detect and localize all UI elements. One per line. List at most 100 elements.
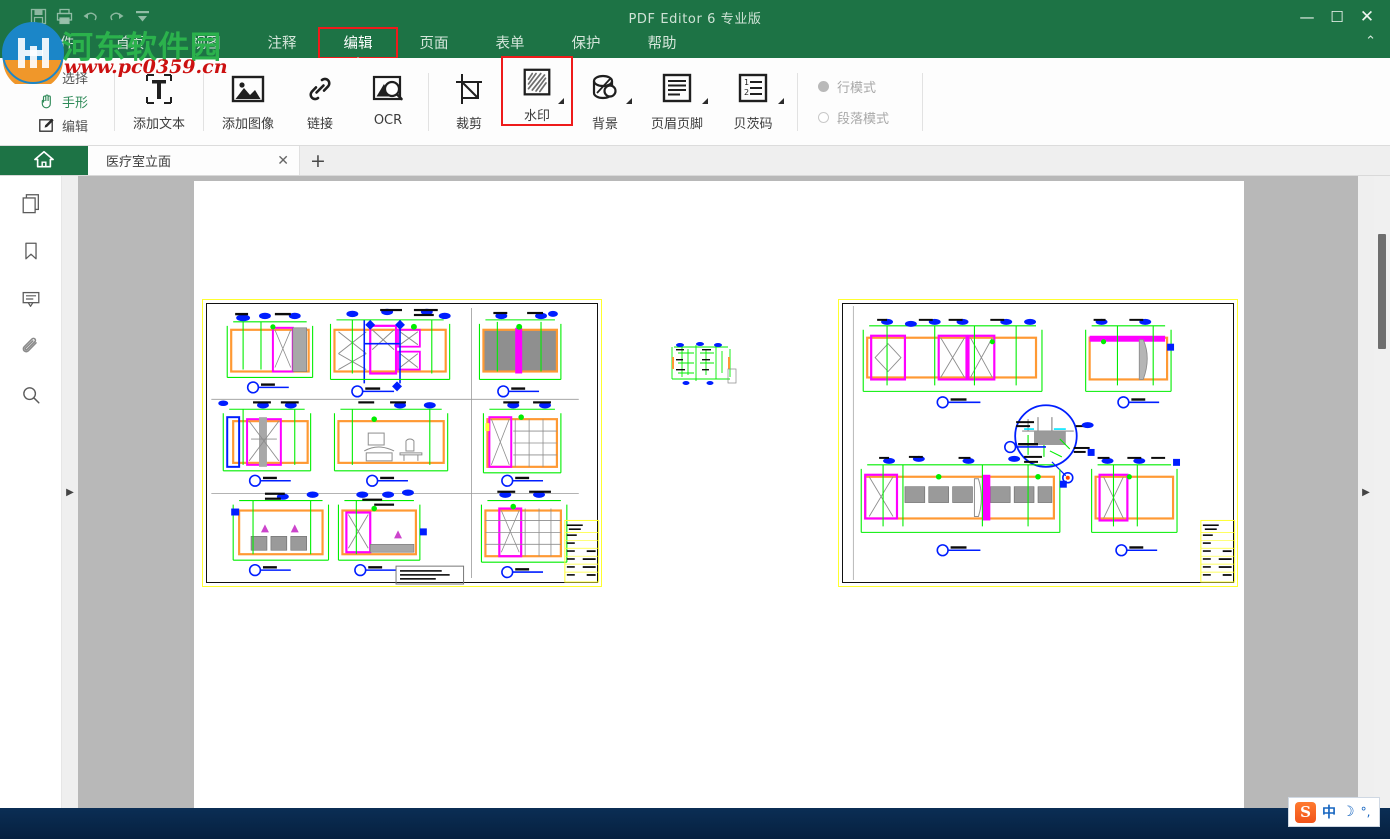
tab-home[interactable]: 首页: [92, 29, 168, 57]
tab-edit[interactable]: 编辑: [318, 27, 398, 61]
comment-icon[interactable]: [18, 286, 44, 312]
ribbon-background-label: 背景: [591, 117, 618, 132]
close-button[interactable]: ✕: [1352, 6, 1382, 28]
ribbon-link-button[interactable]: 链接: [286, 58, 354, 140]
ribbon-bates-button[interactable]: 1 2 贝茨码: [715, 58, 791, 140]
ribbon-add-image-button[interactable]: 添加图像: [210, 58, 286, 140]
moon-icon[interactable]: ☽: [1342, 804, 1355, 820]
ribbon-background-button[interactable]: 背景: [571, 58, 639, 140]
tab-file[interactable]: 文件: [28, 29, 92, 57]
add-image-icon: [228, 68, 268, 110]
ocr-icon: [368, 68, 408, 110]
tab-comment[interactable]: 注释: [244, 29, 320, 57]
expand-right-arrow-icon: ▶: [1362, 486, 1370, 498]
background-dropdown-icon[interactable]: [620, 98, 632, 104]
document-tab-title: 医疗室立面: [106, 155, 172, 170]
svg-text:1: 1: [744, 78, 749, 87]
ribbon-add-text-button[interactable]: 添加文本: [121, 58, 197, 140]
ribbon-add-image-label: 添加图像: [221, 117, 274, 132]
sogou-ime-bar[interactable]: S 中 ☽ °,: [1288, 797, 1380, 827]
ribbon-toolbar: 选择 手形 编辑 添加文本 添加图像 链接 OCR 裁剪 水印 背景 页眉页脚 …: [0, 56, 1390, 146]
radio-line-mode-label: 行模式: [837, 80, 877, 96]
cad-sheet-left-drawing: [211, 307, 600, 585]
save-icon[interactable]: [30, 8, 47, 25]
tool-hand[interactable]: 手形: [38, 91, 108, 113]
header-footer-dropdown-icon[interactable]: [696, 98, 708, 104]
cad-thumbnail-drawing: [671, 342, 737, 385]
tab-help[interactable]: 帮助: [624, 29, 700, 57]
sogou-logo-icon[interactable]: S: [1295, 801, 1316, 823]
ribbon-header-footer-label: 页眉页脚: [650, 117, 703, 132]
right-panel-toggle[interactable]: ▶: [1358, 176, 1374, 808]
new-tab-button[interactable]: +: [300, 146, 336, 175]
ribbon-ocr-label: OCR: [373, 113, 403, 128]
document-tab-bar: 医疗室立面 ✕ +: [0, 146, 1390, 176]
left-panel-toggle[interactable]: ▶: [62, 176, 78, 808]
pdf-editor-window: PDF Editor 6 专业版 — ☐ ✕ 文件 首页 视图 注释 编辑 页面…: [0, 0, 1390, 808]
ribbon-divider: [428, 72, 429, 131]
cursor-select-icon: [38, 69, 55, 86]
collapse-ribbon-icon[interactable]: ⌃: [1365, 34, 1376, 49]
punctuation-icon[interactable]: °,: [1361, 805, 1371, 819]
redo-icon[interactable]: [108, 8, 125, 25]
svg-text:2: 2: [744, 88, 749, 97]
maximize-button[interactable]: ☐: [1322, 6, 1352, 28]
radio-paragraph-mode[interactable]: 段落模式: [818, 108, 916, 127]
undo-icon[interactable]: [82, 8, 99, 25]
tab-form[interactable]: 表单: [472, 29, 548, 57]
ribbon-crop-button[interactable]: 裁剪: [435, 58, 503, 140]
bookmark-icon[interactable]: [18, 238, 44, 264]
close-icon[interactable]: ✕: [277, 153, 289, 169]
ribbon-divider: [797, 72, 798, 131]
link-icon: [300, 68, 340, 110]
ribbon-watermark-label: 水印: [523, 109, 550, 124]
radio-paragraph-mode-label: 段落模式: [837, 111, 890, 127]
cad-sheet-right-drawing: [852, 305, 1236, 583]
windows-taskbar[interactable]: [0, 808, 1390, 839]
home-tab-button[interactable]: [0, 146, 88, 175]
watermark-icon: [518, 64, 556, 102]
home-icon: [33, 149, 55, 173]
cad-sheet-left: [202, 299, 602, 587]
tool-edit[interactable]: 编辑: [38, 115, 108, 137]
vertical-scrollbar-thumb[interactable]: [1378, 234, 1386, 349]
customize-qat-icon[interactable]: [134, 8, 151, 25]
ribbon-bates-label: 贝茨码: [733, 117, 773, 132]
ribbon-add-text-label: 添加文本: [132, 117, 185, 132]
vertical-scrollbar[interactable]: [1374, 176, 1390, 808]
cad-sheet-right: [838, 299, 1238, 587]
search-icon[interactable]: [18, 382, 44, 408]
ribbon-ocr-button[interactable]: OCR: [354, 58, 422, 140]
document-tab[interactable]: 医疗室立面 ✕: [88, 146, 300, 175]
background-icon: [585, 68, 625, 110]
page-thumbnails-icon[interactable]: [18, 190, 44, 216]
ribbon-watermark-button[interactable]: 水印: [501, 56, 573, 126]
tab-protect[interactable]: 保护: [548, 29, 624, 57]
tool-hand-label: 手形: [62, 96, 89, 111]
tool-edit-label: 编辑: [62, 120, 89, 135]
radio-line-mode[interactable]: 行模式: [818, 77, 916, 96]
radio-paragraph-mode-dot-icon: [818, 111, 829, 123]
watermark-dropdown-icon[interactable]: [552, 98, 564, 104]
ribbon-header-footer-button[interactable]: 页眉页脚: [639, 58, 715, 140]
minimize-button[interactable]: —: [1292, 6, 1322, 28]
print-icon[interactable]: [56, 8, 73, 25]
ribbon-mode-group: 选择 手形 编辑: [0, 58, 108, 145]
tool-select[interactable]: 选择: [38, 67, 108, 89]
radio-line-mode-dot-icon: [818, 80, 829, 92]
pdf-viewer[interactable]: [78, 176, 1358, 808]
ribbon-link-label: 链接: [306, 117, 333, 132]
ribbon-divider: [922, 72, 923, 131]
tab-page[interactable]: 页面: [396, 29, 472, 57]
quick-access-toolbar: [30, 3, 151, 29]
attachment-icon[interactable]: [18, 334, 44, 360]
pdf-page[interactable]: [194, 181, 1244, 808]
text-mode-group: 行模式 段落模式: [804, 58, 916, 145]
bates-numbering-icon: 1 2: [733, 68, 773, 110]
tab-edit-label: 编辑: [343, 36, 373, 52]
add-text-icon: [139, 68, 179, 110]
ime-language-mode[interactable]: 中: [1322, 802, 1336, 822]
bates-dropdown-icon[interactable]: [772, 98, 784, 104]
title-bar: PDF Editor 6 专业版 — ☐ ✕ 文件 首页 视图 注释 编辑 页面…: [0, 0, 1390, 61]
tab-view[interactable]: 视图: [168, 29, 244, 57]
